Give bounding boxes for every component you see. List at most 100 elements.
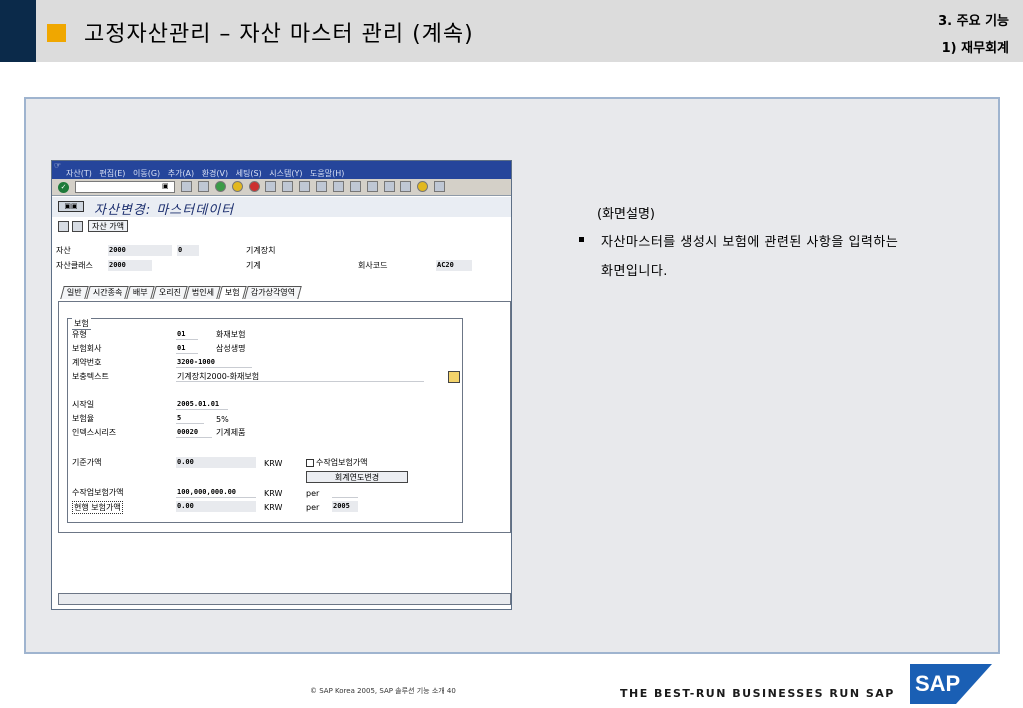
sap-gui-window: ☞ 자산(T) 편집(E) 이동(G) 추가(A) 환경(V) 세팅(S) 시스… — [51, 160, 512, 610]
company-code-field: AC20 — [436, 260, 472, 271]
menu-item-settings[interactable]: 세팅(S) — [236, 169, 262, 178]
shortcut-icon[interactable] — [400, 181, 412, 192]
insurance-rate-field[interactable]: 5 — [176, 413, 204, 424]
tagline: THE BEST-RUN BUSINESSES RUN SAP — [620, 687, 895, 700]
display-change-icon[interactable] — [58, 221, 69, 232]
object-icon[interactable] — [72, 221, 83, 232]
description-line-1: 자산마스터를 생성시 보험에 관련된 사항을 입력하는 — [601, 235, 899, 250]
current-value-year-field: 2005 — [332, 501, 358, 512]
edit-text-icon[interactable] — [448, 371, 460, 383]
command-dropdown-icon[interactable]: ▣ — [162, 182, 169, 190]
sap-logo: SAP — [910, 664, 992, 704]
index-series-text: 기계제품 — [216, 428, 246, 437]
exit-icon[interactable] — [231, 181, 243, 192]
find-icon[interactable] — [282, 181, 294, 192]
transaction-icon: ▣▣ — [58, 201, 84, 212]
manual-value-period-field[interactable] — [332, 487, 358, 498]
header-orange-square — [47, 24, 66, 42]
tab-corporate-tax[interactable]: 법인세 — [185, 286, 221, 299]
asset-label: 자산 — [56, 246, 71, 255]
current-value-currency: KRW — [264, 503, 283, 512]
save-icon[interactable] — [197, 181, 209, 192]
menu-item-help[interactable]: 도움말(H) — [310, 169, 344, 178]
first-page-icon[interactable] — [316, 181, 327, 192]
base-value-label: 기준가액 — [72, 458, 102, 467]
layout-menu-icon[interactable] — [434, 181, 446, 192]
screen-title: 자산변경: 마스터데이터 — [94, 203, 235, 218]
tab-origin[interactable]: 오리진 — [152, 286, 188, 299]
menu-item-environment[interactable]: 환경(V) — [202, 169, 228, 178]
new-session-icon[interactable] — [383, 181, 395, 192]
header-bar: 고정자산관리 – 자산 마스터 관리 (계속) 3. 주요 기능 1) 재무회계 — [0, 0, 1023, 62]
tab-panel: 보험 유형 01 화재보험 보험회사 01 삼성생명 계약번호 3200-100… — [58, 301, 511, 533]
start-date-field[interactable]: 2005.01.01 — [176, 399, 228, 410]
description-line-2: 화면입니다. — [601, 264, 668, 279]
asset-values-button[interactable]: 자산 가액 — [88, 220, 128, 232]
menu-bar: ☞ 자산(T) 편집(E) 이동(G) 추가(A) 환경(V) 세팅(S) 시스… — [52, 161, 511, 179]
company-code-label: 회사코드 — [358, 261, 388, 270]
manual-insurance-checkbox[interactable] — [306, 459, 314, 467]
back-icon[interactable] — [214, 181, 226, 192]
contract-number-label: 계약번호 — [72, 358, 102, 367]
system-menu-icon[interactable]: ☞ — [54, 161, 61, 170]
insurance-rate-label: 보험율 — [72, 414, 95, 423]
help-icon[interactable] — [417, 181, 429, 192]
insurance-company-field[interactable]: 01 — [176, 343, 198, 354]
insurance-group: 보험 유형 01 화재보험 보험회사 01 삼성생명 계약번호 3200-100… — [67, 318, 463, 523]
index-series-field[interactable]: 00020 — [176, 427, 212, 438]
command-field[interactable] — [75, 181, 175, 193]
contract-number-field[interactable]: 3200-1000 — [176, 357, 252, 368]
cancel-icon[interactable] — [248, 181, 260, 192]
bullet-icon — [579, 237, 584, 242]
supplementary-text-label: 보충텍스트 — [72, 372, 109, 381]
tab-general[interactable]: 일반 — [60, 286, 89, 299]
tab-strip: 일반 시간종속 배부 오리진 법인세 보험 감가상각영역 — [60, 286, 302, 300]
base-value-currency: KRW — [264, 459, 283, 468]
description-heading: (화면설명) — [597, 207, 655, 222]
copyright-footer: © SAP Korea 2005, SAP 솔루션 기능 소개 40 — [310, 687, 456, 695]
menu-item-extras[interactable]: 추가(A) — [168, 169, 194, 178]
screen-title-bar: ▣▣ 자산변경: 마스터데이터 — [52, 197, 511, 218]
type-code-field[interactable]: 01 — [176, 329, 198, 340]
find-next-icon[interactable] — [299, 181, 311, 192]
previous-page-icon[interactable] — [332, 181, 344, 192]
menu-item-edit[interactable]: 편집(E) — [99, 169, 125, 178]
menu-items: 자산(T) 편집(E) 이동(G) 추가(A) 환경(V) 세팅(S) 시스템(… — [66, 168, 349, 179]
asset-class-label: 자산클래스 — [56, 261, 93, 270]
tab-allocations[interactable]: 배부 — [126, 286, 155, 299]
last-page-icon[interactable] — [366, 181, 378, 192]
type-text: 화재보험 — [216, 330, 246, 339]
page-title: 고정자산관리 – 자산 마스터 관리 (계속) — [84, 22, 474, 47]
slide: 고정자산관리 – 자산 마스터 관리 (계속) 3. 주요 기능 1) 재무회계… — [0, 0, 1023, 708]
standard-toolbar: ✓ ▣ — [52, 179, 511, 196]
tab-insurance[interactable]: 보험 — [218, 286, 247, 299]
tab-time-dependent[interactable]: 시간종속 — [85, 286, 129, 299]
asset-description: 기계장치 — [246, 246, 276, 255]
menu-item-system[interactable]: 시스템(Y) — [269, 169, 302, 178]
asset-class-description: 기계 — [246, 261, 261, 270]
tab-depreciation-areas[interactable]: 감가상각영역 — [244, 286, 302, 299]
enter-check-icon[interactable]: ✓ — [58, 182, 69, 193]
insurance-rate-percent: 5% — [216, 415, 229, 424]
print-icon[interactable] — [265, 181, 277, 192]
application-toolbar: 자산 가액 — [52, 219, 511, 233]
fiscal-year-change-button[interactable]: 회계연도변경 — [306, 471, 408, 483]
base-value-field: 0.00 — [176, 457, 256, 468]
manual-insurance-value-field[interactable]: 100,000,000.00 — [176, 487, 256, 498]
insurance-company-label: 보험회사 — [72, 344, 102, 353]
asset-number-field: 2000 — [108, 245, 172, 256]
header-navy-block — [0, 0, 36, 62]
index-series-label: 인덱스시리즈 — [72, 428, 117, 437]
manual-insurance-value-label: 수작업보험가액 — [72, 488, 124, 497]
next-page-icon[interactable] — [349, 181, 361, 192]
sap-logo-text: SAP — [915, 671, 960, 696]
menu-item-asset[interactable]: 자산(T) — [66, 169, 92, 178]
supplementary-text-field[interactable]: 기계장치2000-화재보험 — [176, 371, 424, 382]
manual-value-per-label: per — [306, 489, 320, 498]
subsection-label: 1) 재무회계 — [941, 41, 1009, 56]
menu-item-goto[interactable]: 이동(G) — [133, 169, 160, 178]
start-date-label: 시작일 — [72, 400, 95, 409]
back-history-icon[interactable] — [181, 181, 192, 192]
asset-class-field: 2000 — [108, 260, 152, 271]
insurance-company-text: 삼성생명 — [216, 344, 246, 353]
